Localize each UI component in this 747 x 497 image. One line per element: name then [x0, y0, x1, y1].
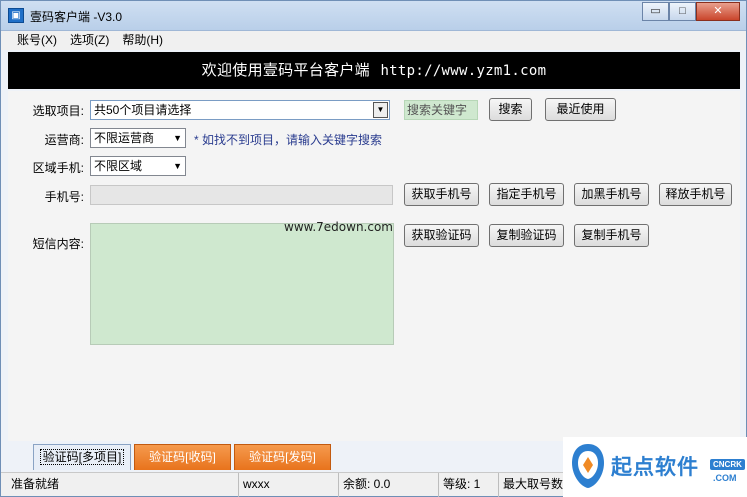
get-code-button[interactable]: 获取验证码: [404, 224, 479, 247]
tab-receive-code[interactable]: 验证码[收码]: [134, 444, 231, 470]
status-user: wxxx: [239, 473, 339, 497]
specify-phone-button[interactable]: 指定手机号: [489, 183, 564, 206]
project-label: 选取项目:: [32, 104, 84, 118]
search-hint: * 如找不到项目，请输入关键字搜索: [194, 133, 383, 147]
region-select[interactable]: 不限区域 ▼: [90, 156, 186, 176]
search-button[interactable]: 搜索: [489, 98, 532, 121]
recent-use-button[interactable]: 最近使用: [545, 98, 616, 121]
status-level: 等级: 1: [439, 473, 499, 497]
title-bar: ▣ 壹码客户端 -V3.0 ▭ □ ✕: [1, 1, 746, 31]
phone-label: 手机号:: [44, 190, 84, 204]
app-window: ▣ 壹码客户端 -V3.0 ▭ □ ✕ 账号(X) 选项(Z) 帮助(H) 欢迎…: [0, 0, 747, 497]
chevron-down-icon: ▼: [173, 161, 182, 171]
release-phone-button[interactable]: 释放手机号: [659, 183, 732, 206]
sms-content-box[interactable]: [90, 223, 394, 345]
maximize-button[interactable]: □: [669, 2, 696, 21]
chevron-down-icon: ▼: [173, 133, 182, 143]
project-value: 共50个项目请选择: [94, 103, 192, 117]
logo-emblem-icon: [572, 444, 604, 488]
minimize-button[interactable]: ▭: [642, 2, 669, 21]
blacklist-phone-button[interactable]: 加黑手机号: [574, 183, 649, 206]
region-label: 区域手机:: [32, 161, 84, 175]
tab-receive-code-label: 验证码[收码]: [149, 450, 216, 464]
tab-send-code[interactable]: 验证码[发码]: [234, 444, 331, 470]
status-balance: 余额: 0.0: [339, 473, 439, 497]
tab-multi-project[interactable]: 验证码[多项目]: [33, 444, 131, 470]
dropdown-arrow-icon[interactable]: ▼: [373, 102, 388, 118]
main-panel: 选取项目: 共50个项目请选择 ▼ 搜索关键字 搜索 最近使用 运营商: 不限运…: [8, 91, 740, 441]
carrier-select[interactable]: 不限运营商 ▼: [90, 128, 186, 148]
region-value: 不限区域: [94, 159, 143, 173]
project-combo[interactable]: 共50个项目请选择 ▼: [90, 100, 390, 120]
status-ready: 准备就绪: [7, 473, 239, 497]
logo-text: 起点软件: [611, 456, 699, 479]
app-window-icon: ▣: [8, 8, 24, 23]
keyword-search-input[interactable]: 搜索关键字: [404, 100, 478, 120]
menu-account[interactable]: 账号(X): [11, 31, 64, 50]
watermark-text: www.7edown.com: [284, 220, 393, 234]
banner-welcome-text: 欢迎使用壹码平台客户端: [201, 62, 370, 79]
logo-badge: CNCRK: [710, 459, 745, 470]
carrier-value: 不限运营商: [94, 131, 155, 145]
welcome-banner: 欢迎使用壹码平台客户端 http://www.yzm1.com: [8, 52, 740, 89]
banner-url: http://www.yzm1.com: [380, 63, 547, 79]
copy-phone-button[interactable]: 复制手机号: [574, 224, 649, 247]
close-button[interactable]: ✕: [696, 2, 740, 21]
carrier-label: 运营商:: [44, 133, 84, 147]
tab-send-code-label: 验证码[发码]: [249, 450, 316, 464]
copy-code-button[interactable]: 复制验证码: [489, 224, 564, 247]
menu-bar: 账号(X) 选项(Z) 帮助(H): [1, 31, 746, 50]
logo-domain: .COM: [713, 473, 737, 483]
phone-number-field[interactable]: [90, 185, 393, 205]
tab-multi-project-label: 验证码[多项目]: [39, 449, 125, 465]
sms-label: 短信内容:: [32, 237, 84, 251]
site-logo: 起点软件 CNCRK .COM: [563, 437, 747, 497]
window-title: 壹码客户端 -V3.0: [30, 10, 123, 24]
window-controls: ▭ □ ✕: [642, 2, 740, 21]
get-phone-button[interactable]: 获取手机号: [404, 183, 479, 206]
menu-help[interactable]: 帮助(H): [116, 31, 170, 50]
menu-options[interactable]: 选项(Z): [64, 31, 116, 50]
